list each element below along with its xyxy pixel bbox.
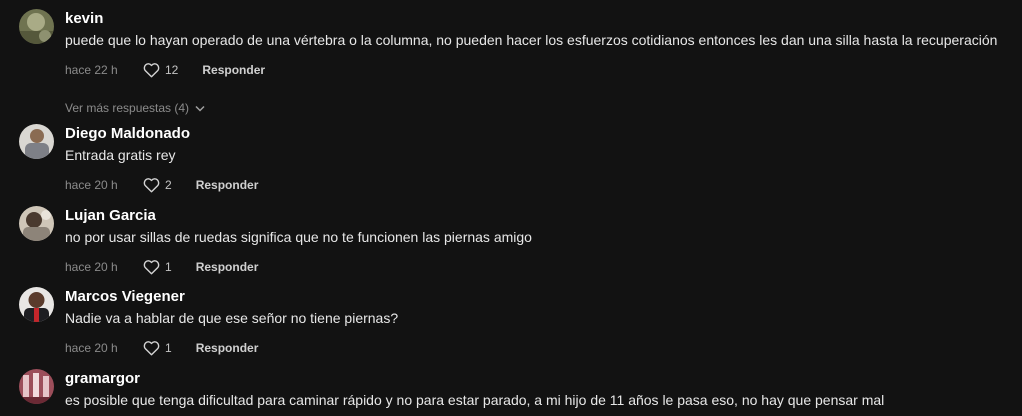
heart-outline-icon bbox=[143, 341, 160, 356]
comment-meta: hace 22 h 12 Responder bbox=[65, 60, 265, 80]
comment-meta: hace 20 h 2 Responder bbox=[65, 175, 258, 195]
comment-text: es posible que tenga dificultad para cam… bbox=[65, 392, 885, 408]
comment-username[interactable]: Lujan Garcia bbox=[65, 207, 156, 224]
reply-button[interactable]: Responder bbox=[196, 178, 259, 192]
avatar-image bbox=[19, 206, 54, 241]
view-more-label: Ver más respuestas (4) bbox=[65, 101, 190, 115]
like-button[interactable]: 12 bbox=[143, 62, 178, 78]
chevron-down-icon bbox=[195, 105, 205, 112]
comment-time: hace 20 h bbox=[65, 178, 118, 192]
comment-text: puede que lo hayan operado de una vérteb… bbox=[65, 32, 998, 48]
reply-button[interactable]: Responder bbox=[196, 260, 259, 274]
avatar-lujan-garcia[interactable] bbox=[19, 206, 54, 241]
like-count: 1 bbox=[165, 341, 172, 355]
comment-username[interactable]: gramargor bbox=[65, 370, 140, 387]
heart-outline-icon bbox=[143, 178, 160, 193]
avatar-gramargor[interactable] bbox=[19, 369, 54, 404]
comment-text: Nadie va a hablar de que ese señor no ti… bbox=[65, 310, 399, 326]
avatar-image bbox=[19, 124, 54, 159]
avatar-kevin[interactable] bbox=[19, 9, 54, 44]
comment-meta: hace 20 h 1 Responder bbox=[65, 257, 258, 277]
like-count: 12 bbox=[165, 63, 179, 77]
like-button[interactable]: 1 bbox=[143, 340, 172, 356]
reply-button[interactable]: Responder bbox=[202, 63, 265, 77]
view-more-replies-button[interactable]: Ver más respuestas (4) bbox=[65, 101, 205, 115]
avatar-image bbox=[19, 369, 54, 404]
comment-username[interactable]: kevin bbox=[65, 10, 103, 27]
avatar-marcos-viegener[interactable] bbox=[19, 287, 54, 322]
comment-time: hace 20 h bbox=[65, 341, 118, 355]
avatar-diego-maldonado[interactable] bbox=[19, 124, 54, 159]
comment-meta: hace 20 h 1 Responder bbox=[65, 338, 258, 358]
reply-button[interactable]: Responder bbox=[196, 341, 259, 355]
comment-text: no por usar sillas de ruedas significa q… bbox=[65, 229, 532, 245]
comment-text: Entrada gratis rey bbox=[65, 147, 176, 163]
heart-outline-icon bbox=[143, 63, 160, 78]
comment-username[interactable]: Diego Maldonado bbox=[65, 125, 190, 142]
comment-time: hace 22 h bbox=[65, 63, 118, 77]
comment-time: hace 20 h bbox=[65, 260, 118, 274]
like-count: 2 bbox=[165, 178, 172, 192]
heart-outline-icon bbox=[143, 260, 160, 275]
avatar-image bbox=[19, 9, 54, 44]
like-count: 1 bbox=[165, 260, 172, 274]
avatar-image bbox=[19, 287, 54, 322]
comment-username[interactable]: Marcos Viegener bbox=[65, 288, 185, 305]
like-button[interactable]: 1 bbox=[143, 259, 172, 275]
like-button[interactable]: 2 bbox=[143, 177, 172, 193]
comment-list: kevin puede que lo hayan operado de una … bbox=[0, 0, 1022, 416]
